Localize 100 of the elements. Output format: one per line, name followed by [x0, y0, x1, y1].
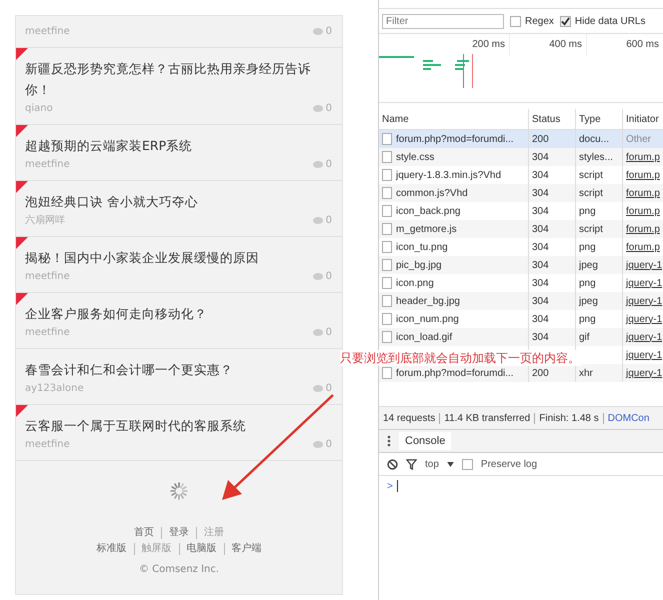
request-type: png [579, 242, 596, 252]
file-icon [382, 169, 392, 181]
post-author: meetfine [25, 158, 70, 172]
footer-link[interactable]: 首页 [127, 527, 161, 539]
request-type: script [579, 170, 603, 180]
status-code: 304 [532, 296, 549, 306]
request-name: pic_bg.jpg [396, 260, 442, 270]
initiator-link[interactable]: jquery-1 [626, 260, 662, 270]
request-type: docu... [579, 134, 610, 144]
initiator-link[interactable]: jquery-1 [626, 368, 662, 378]
request-name: common.js?Vhd [396, 188, 468, 198]
request-type: xhr [579, 368, 593, 378]
initiator-link[interactable]: forum.p [626, 224, 660, 234]
status-code: 200 [532, 368, 549, 378]
more-options-icon[interactable] [387, 435, 391, 447]
post-title[interactable]: 企业客户服务如何走向移动化？ [25, 300, 332, 324]
console-tab[interactable]: Console [399, 432, 452, 450]
request-name: forum.php?mod=forumdi... [396, 134, 514, 144]
post-item[interactable]: 超越预期的云端家装ERP系统 meetfine 0 [16, 125, 342, 181]
column-header[interactable]: Status [529, 109, 576, 129]
post-title[interactable]: 泡妞经典口诀 舍小就大巧夺心 [25, 188, 332, 212]
request-type: styles... [579, 152, 613, 162]
status-code: 304 [532, 206, 549, 216]
footer-link[interactable]: 电脑版 [178, 543, 224, 555]
comment-count: 0 [326, 25, 332, 39]
initiator-link[interactable]: jquery-1 [626, 314, 662, 324]
annotation-tooltip: 只要浏览到底部就会自动加载下一页的内容。 [340, 350, 582, 366]
post-item[interactable]: 新疆反恐形势究竟怎样？古丽比热用亲身经历告诉你！ qiano 0 [16, 48, 342, 125]
comment-icon [312, 28, 323, 36]
request-row[interactable]: icon_load.gif 304 gif jquery-1 [379, 328, 663, 346]
status-code: 304 [532, 332, 549, 342]
request-row[interactable]: forum.php?mod=forumdi... 200 xhr jquery-1 [379, 364, 663, 382]
file-icon [382, 241, 392, 253]
post-title[interactable]: 新疆反恐形势究竟怎样？古丽比热用亲身经历告诉你！ [25, 55, 332, 100]
post-author: ay123alone [25, 382, 84, 396]
filter-icon[interactable] [406, 458, 417, 470]
status-code: 304 [532, 260, 549, 270]
post-title[interactable]: 揭秘！国内中小家装企业发展缓慢的原因 [25, 244, 332, 268]
request-name: style.css [396, 152, 434, 162]
post-item[interactable]: 企业客户服务如何走向移动化？ meetfine 0 [16, 293, 342, 349]
initiator-link[interactable]: forum.p [626, 206, 660, 216]
initiator-link[interactable]: jquery-1 [626, 278, 662, 288]
post-item[interactable]: 云客服一个属于互联网时代的客服系统 meetfine 0 [16, 405, 342, 461]
post-title[interactable]: 云客服一个属于互联网时代的客服系统 [25, 412, 332, 436]
checkbox[interactable] [462, 458, 473, 470]
post-item[interactable]: 泡妞经典口诀 舍小就大巧夺心 六扇网咩 0 [16, 181, 342, 237]
comment-icon [312, 105, 323, 113]
status-code: 304 [532, 188, 549, 198]
initiator-link[interactable]: forum.p [626, 188, 660, 198]
console-prompt: > [387, 480, 393, 492]
request-row[interactable]: m_getmore.js 304 script forum.p [379, 220, 663, 238]
post-item[interactable]: 揭秘！国内中小家装企业发展缓慢的原因 meetfine 0 [16, 237, 342, 293]
request-name: m_getmore.js [396, 224, 457, 234]
footer-link[interactable]: 登录 [161, 527, 196, 539]
initiator-link[interactable]: jquery-1 [626, 350, 662, 360]
request-name: forum.php?mod=forumdi... [396, 368, 514, 378]
request-type: gif [579, 332, 590, 342]
comment-icon [312, 217, 323, 225]
request-row[interactable]: style.css 304 styles... forum.p [379, 148, 663, 166]
time-tick-label: 400 ms [510, 34, 587, 56]
request-type: png [579, 278, 596, 288]
checkbox[interactable] [510, 16, 521, 26]
request-row[interactable]: forum.php?mod=forumdi... 200 docu... Other [379, 130, 663, 148]
initiator-link[interactable]: forum.p [626, 170, 660, 180]
dropdown-caret-icon[interactable] [446, 462, 454, 466]
comment-count: 0 [326, 438, 332, 452]
comment-icon [312, 273, 323, 281]
initiator-link[interactable]: jquery-1 [626, 332, 662, 342]
footer-link[interactable]: 标准版 [90, 543, 134, 555]
request-type: script [579, 224, 603, 234]
column-header[interactable]: Type [576, 109, 623, 129]
status-code: 304 [532, 314, 549, 324]
post-title[interactable]: 春雪会计和仁和会计哪一个更实惠？ [25, 356, 332, 380]
clear-console-icon[interactable] [387, 458, 398, 470]
initiator-link[interactable]: forum.p [626, 242, 660, 252]
post-author: meetfine [25, 326, 70, 340]
checkbox[interactable] [560, 16, 571, 26]
option-label: Preserve log [480, 458, 538, 470]
time-tick-label: 600 ms [587, 34, 663, 56]
status-code: 304 [532, 152, 549, 162]
request-row[interactable]: header_bg.jpg 304 jpeg jquery-1 [379, 292, 663, 310]
request-row[interactable]: common.js?Vhd 304 script forum.p [379, 184, 663, 202]
comment-icon [312, 385, 323, 393]
column-header[interactable]: Name [379, 109, 529, 129]
request-name: icon_tu.png [396, 242, 448, 252]
copyright-text: © Comsenz Inc. [138, 563, 220, 577]
footer-link[interactable]: 客户端 [224, 543, 268, 555]
request-name: icon.png [396, 278, 434, 288]
request-type: script [579, 188, 603, 198]
initiator-link[interactable]: jquery-1 [626, 296, 662, 306]
option-label: Regex [525, 16, 554, 26]
context-selector[interactable]: top [425, 458, 439, 470]
file-icon [382, 331, 392, 343]
post-author: meetfine [25, 438, 70, 452]
initiator-link[interactable]: forum.p [626, 152, 660, 162]
column-header[interactable]: Initiator [623, 109, 663, 129]
request-name: header_bg.jpg [396, 296, 460, 306]
post-title[interactable]: 超越预期的云端家装ERP系统 [25, 132, 332, 156]
filter-field[interactable]: Filter [382, 14, 504, 28]
request-row[interactable]: pic_bg.jpg 304 jpeg jquery-1 [379, 256, 663, 274]
